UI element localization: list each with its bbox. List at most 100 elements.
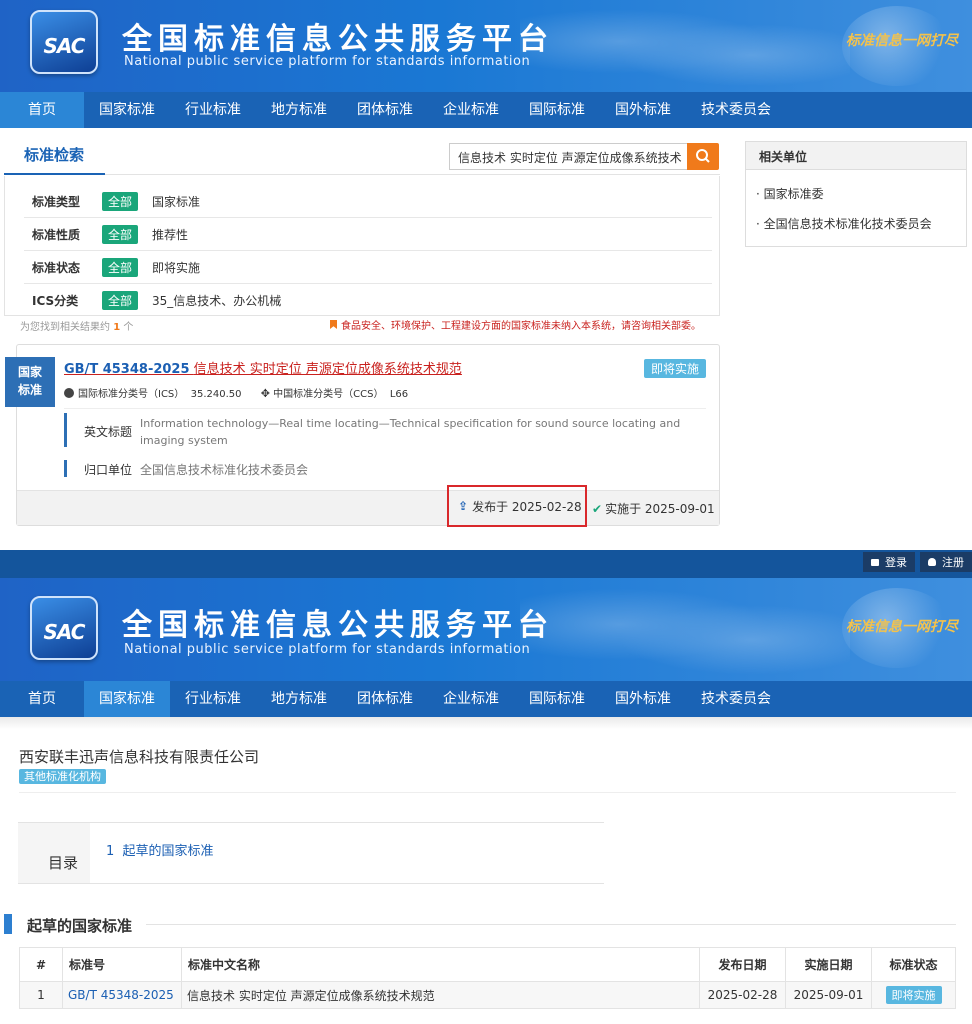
nav-committee[interactable]: 技术委员会 (686, 92, 786, 128)
filter-value[interactable]: 国家标准 (152, 193, 200, 210)
search-input[interactable]: 信息技术 实时定位 声源定位成像系统技术 (449, 143, 687, 170)
en-title-bar (64, 413, 67, 447)
nav-local[interactable]: 地方标准 (256, 681, 342, 717)
col-implemented: 实施日期 (785, 947, 872, 982)
search-icon (696, 149, 710, 163)
site-title: 全国标准信息公共服务平台 (122, 22, 554, 57)
nav-enterprise[interactable]: 企业标准 (428, 92, 514, 128)
header-banner: SAC 全国标准信息公共服务平台 National public service… (0, 0, 972, 92)
nav-national[interactable]: 国家标准 (84, 681, 170, 717)
standard-title[interactable]: 信息技术 实时定位 声源定位成像系统技术规范 (194, 362, 462, 377)
related-title: 相关单位 (759, 150, 808, 164)
move-icon: ✥ (260, 387, 270, 400)
lock-icon (871, 558, 879, 566)
col-index: # (19, 947, 63, 982)
section-marker (4, 914, 12, 934)
filter-value[interactable]: 35_信息技术、办公机械 (152, 292, 281, 309)
nav-foreign[interactable]: 国外标准 (600, 681, 686, 717)
nav-foreign[interactable]: 国外标准 (600, 92, 686, 128)
col-code: 标准号 (62, 947, 182, 982)
en-title-label: 英文标题 (84, 425, 133, 439)
filter-all-tag[interactable]: 全部 (102, 257, 139, 277)
row-status: 即将实施 (871, 981, 956, 1009)
check-icon: ✔ (592, 502, 603, 516)
content-top-shadow (0, 717, 972, 729)
filter-label: 标准类型 (32, 194, 81, 209)
tab-underline (4, 173, 105, 175)
nav-national[interactable]: 国家标准 (84, 92, 170, 128)
filter-value[interactable]: 推荐性 (152, 226, 188, 243)
org-value: 全国信息技术标准化技术委员会 (140, 463, 309, 477)
nav-group[interactable]: 团体标准 (342, 92, 428, 128)
row-implemented: 2025-09-01 (785, 981, 872, 1009)
company-divider (19, 792, 956, 793)
org-label: 归口单位 (84, 463, 133, 477)
row-published: 2025-02-28 (699, 981, 786, 1009)
col-published: 发布日期 (699, 947, 786, 982)
notice-text: 食品安全、环境保护、工程建设方面的国家标准未纳入本系统，请咨询相关部委。 (330, 317, 701, 332)
nav-international[interactable]: 国际标准 (514, 92, 600, 128)
published-date: ⇪ 发布于 2025-02-28 (447, 485, 587, 527)
nav-local[interactable]: 地方标准 (256, 92, 342, 128)
nav-enterprise[interactable]: 企业标准 (428, 681, 514, 717)
category-badge: 国家 标准 (5, 357, 55, 407)
slogan: 标准信息一网打尽 (846, 33, 958, 49)
result-title-link[interactable]: GB/T 45348-2025 信息技术 实时定位 声源定位成像系统技术规范 (64, 358, 462, 377)
site-title: 全国标准信息公共服务平台 (122, 608, 554, 643)
status-badge: 即将实施 (644, 359, 707, 378)
bookmark-icon (330, 320, 337, 329)
filter-row: 标准类型 全部 国家标准 (24, 185, 712, 218)
toc-label: 目录 (48, 854, 79, 872)
filter-value[interactable]: 即将实施 (152, 259, 200, 276)
org-type-tag: 其他标准化机构 (19, 769, 106, 784)
main-nav: 首页 国家标准 行业标准 地方标准 团体标准 企业标准 国际标准 国外标准 技术… (0, 92, 972, 128)
row-code-link[interactable]: GB/T 45348-2025 (62, 981, 182, 1009)
login-button[interactable]: 登录 (863, 552, 915, 572)
classification-line: 国际标准分类号（ICS） 35.240.50 ✥ 中国标准分类号（CCS） L6… (64, 385, 408, 400)
standards-table: # 标准号 标准中文名称 发布日期 实施日期 标准状态 1 GB/T 45348… (19, 947, 956, 1009)
filter-label: ICS分类 (32, 294, 79, 308)
table-row: 1 GB/T 45348-2025 信息技术 实时定位 声源定位成像系统技术规范… (19, 981, 956, 1009)
filter-all-tag[interactable]: 全部 (102, 224, 139, 244)
site-subtitle: National public service platform for sta… (124, 54, 531, 69)
row-index: 1 (19, 981, 63, 1009)
nav-industry[interactable]: 行业标准 (170, 681, 256, 717)
site-subtitle: National public service platform for sta… (124, 642, 531, 657)
implemented-date: ✔ 实施于 2025-09-01 (592, 502, 715, 516)
company-name: 西安联丰迅声信息科技有限责任公司 (19, 748, 260, 766)
filter-all-tag[interactable]: 全部 (102, 291, 139, 310)
filter-row: 标准状态 全部 即将实施 (24, 251, 712, 284)
tab-standard-search[interactable]: 标准检索 (24, 144, 84, 165)
top-bar (0, 550, 972, 578)
result-count: 为您找到相关结果约 1 个 (20, 322, 134, 333)
related-item[interactable]: · 全国信息技术标准化技术委员会 (756, 215, 932, 232)
section-title: 起草的国家标准 (27, 917, 133, 935)
row-name: 信息技术 实时定位 声源定位成像系统技术规范 (181, 981, 700, 1009)
standard-code[interactable]: GB/T 45348-2025 (64, 362, 190, 377)
nav-international[interactable]: 国际标准 (514, 681, 600, 717)
tab-divider (105, 174, 720, 175)
search-button[interactable] (687, 143, 719, 170)
card-divider (64, 408, 706, 409)
globe-icon (64, 388, 74, 398)
nav-home[interactable]: 首页 (0, 681, 84, 717)
nav-group[interactable]: 团体标准 (342, 681, 428, 717)
world-map-graphic (520, 0, 850, 92)
main-nav: 首页 国家标准 行业标准 地方标准 团体标准 企业标准 国际标准 国外标准 技术… (0, 681, 972, 717)
register-button[interactable]: 注册 (920, 552, 972, 572)
col-name: 标准中文名称 (181, 947, 700, 982)
slogan: 标准信息一网打尽 (846, 619, 958, 635)
en-title-value: Information technology—Real time locatin… (140, 417, 681, 447)
nav-committee[interactable]: 技术委员会 (686, 681, 786, 717)
nav-industry[interactable]: 行业标准 (170, 92, 256, 128)
sac-logo: SAC (30, 10, 98, 74)
filter-row: ICS分类 全部 35_信息技术、办公机械 (24, 284, 712, 317)
org-bar (64, 460, 67, 477)
toc-item-link[interactable]: 1 起草的国家标准 (106, 840, 214, 859)
nav-home[interactable]: 首页 (0, 92, 84, 128)
status-badge: 即将实施 (885, 986, 942, 1004)
sac-logo: SAC (30, 596, 98, 660)
col-status: 标准状态 (871, 947, 956, 982)
related-item[interactable]: · 国家标准委 (756, 185, 824, 202)
filter-all-tag[interactable]: 全部 (102, 191, 139, 211)
